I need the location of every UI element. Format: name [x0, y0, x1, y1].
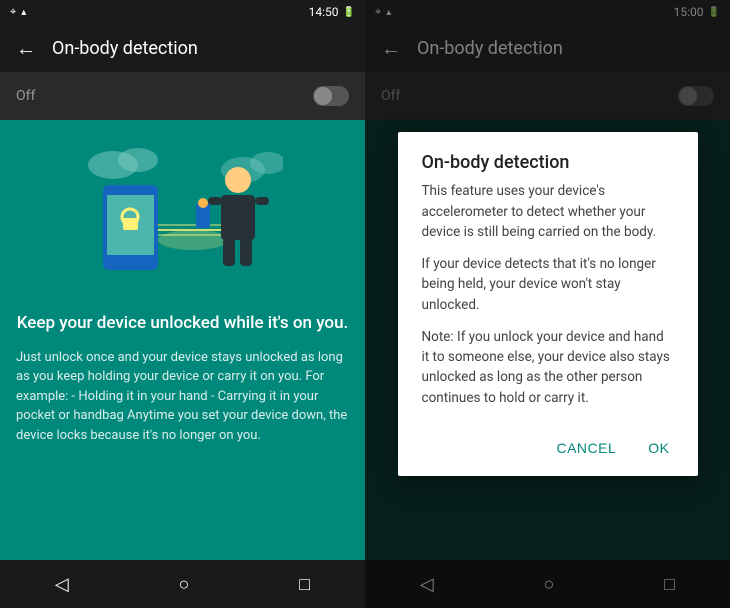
left-time: 14:50 [309, 5, 339, 19]
left-back-button[interactable]: ← [16, 36, 36, 61]
left-status-bar: ⌖ ▴ 14:50 🔋 [0, 0, 365, 24]
left-toggle-switch[interactable] [313, 86, 349, 106]
dialog-actions: CANCEL OK [398, 424, 698, 476]
dialog-paragraph-1: This feature uses your device's accelero… [422, 181, 674, 242]
left-status-right: 14:50 🔋 [309, 5, 355, 19]
left-toggle-row: Off [0, 72, 365, 120]
left-page-title: On-body detection [52, 38, 198, 59]
left-bottom-nav: ◁ ○ □ [0, 560, 365, 608]
dialog-paragraph-3: Note: If you unlock your device and hand… [422, 327, 674, 408]
dialog-overlay: On-body detection This feature uses your… [365, 0, 730, 608]
on-body-detection-dialog: On-body detection This feature uses your… [398, 132, 698, 476]
left-illustration-graphic [16, 140, 349, 300]
left-status-icons: ⌖ ▴ [10, 5, 26, 19]
right-screen: ⌖ ▴ 15:00 🔋 ← On-body detection Off [365, 0, 730, 608]
battery-icon: 🔋 [343, 7, 355, 18]
left-nav-bar: ← On-body detection [0, 24, 365, 72]
dialog-paragraph-2: If your device detects that it's no long… [422, 254, 674, 315]
dialog-title: On-body detection [398, 132, 698, 181]
dialog-cancel-button[interactable]: CANCEL [544, 432, 628, 464]
dialog-content: This feature uses your device's accelero… [398, 181, 698, 424]
left-back-nav-button[interactable]: ◁ [35, 566, 89, 603]
left-illustration-title: Keep your device unlocked while it's on … [17, 312, 349, 336]
left-recent-button[interactable]: □ [279, 566, 330, 603]
left-toggle-label: Off [16, 88, 35, 104]
left-home-button[interactable]: ○ [159, 566, 210, 603]
wifi-icon: ▴ [21, 7, 26, 18]
left-illustration-area: Keep your device unlocked while it's on … [0, 120, 365, 560]
left-illustration-body: Just unlock once and your device stays u… [16, 348, 349, 446]
dialog-ok-button[interactable]: OK [636, 432, 681, 464]
left-screen: ⌖ ▴ 14:50 🔋 ← On-body detection Off [0, 0, 365, 608]
bluetooth-icon: ⌖ [10, 5, 16, 19]
